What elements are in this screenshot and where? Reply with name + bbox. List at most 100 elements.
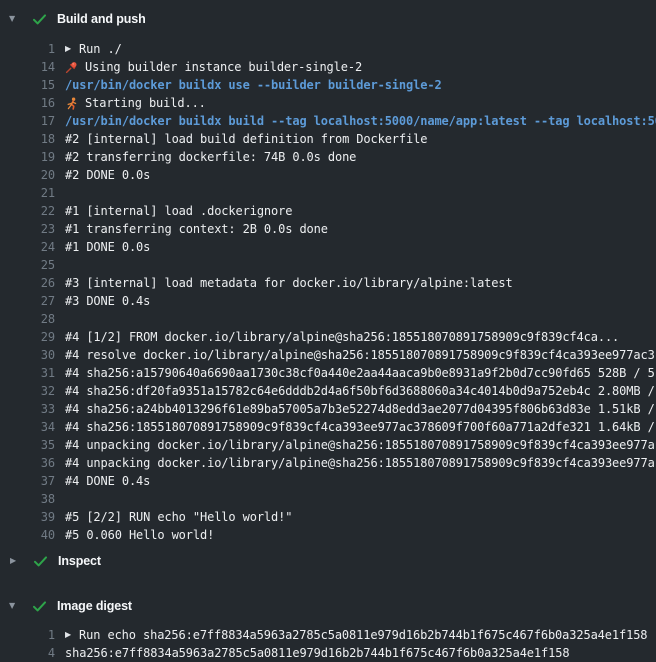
log-line: 16 Starting build... (0, 94, 656, 112)
log-line-text: Run echo sha256:e7ff8834a5963a2785c5a081… (79, 626, 647, 644)
log-line-text: #4 unpacking docker.io/library/alpine@sh… (65, 436, 655, 454)
line-number[interactable]: 14 (0, 58, 55, 76)
log-text: #4 resolve docker.io/library/alpine@sha2… (55, 346, 655, 364)
log-sections-root: ▼ Build and push 1 ▶Run ./ 14 Using buil… (0, 10, 656, 662)
log-line-text: #2 transferring dockerfile: 74B 0.0s don… (65, 148, 356, 166)
log-text: #5 0.060 Hello world! (55, 526, 214, 544)
log-line-text: #5 0.060 Hello world! (65, 526, 214, 544)
line-number[interactable]: 23 (0, 220, 55, 238)
log-line: 39 #5 [2/2] RUN echo "Hello world!" (0, 508, 656, 526)
line-number[interactable]: 15 (0, 76, 55, 94)
section-title: Image digest (57, 599, 132, 613)
log-text: #1 transferring context: 2B 0.0s done (55, 220, 328, 238)
line-number[interactable]: 22 (0, 202, 55, 220)
line-number[interactable]: 32 (0, 382, 55, 400)
line-number[interactable]: 37 (0, 472, 55, 490)
log-line-text: #1 transferring context: 2B 0.0s done (65, 220, 328, 238)
run-expander-icon[interactable]: ▶ (65, 626, 71, 644)
section-header[interactable]: ▼ Build and push (0, 10, 656, 28)
line-number[interactable]: 33 (0, 400, 55, 418)
line-number[interactable]: 40 (0, 526, 55, 544)
log-text: #4 DONE 0.4s (55, 472, 150, 490)
success-check-icon (33, 14, 57, 25)
log-line-text: #1 [internal] load .dockerignore (65, 202, 292, 220)
line-number[interactable]: 39 (0, 508, 55, 526)
log-line-text: /usr/bin/docker buildx use --builder bui… (65, 76, 442, 94)
log-text: #4 unpacking docker.io/library/alpine@sh… (55, 454, 655, 472)
line-number[interactable]: 17 (0, 112, 55, 130)
log-line: 15 /usr/bin/docker buildx use --builder … (0, 76, 656, 94)
log-line: 17 /usr/bin/docker buildx build --tag lo… (0, 112, 656, 130)
log-text: #4 sha256:185518070891758909c9f839cf4ca3… (55, 418, 655, 436)
log-text: Using builder instance builder-single-2 (55, 58, 362, 76)
log-line: 35 #4 unpacking docker.io/library/alpine… (0, 436, 656, 454)
log-text (55, 256, 65, 274)
log-line: 14 Using builder instance builder-single… (0, 58, 656, 76)
log-line: 32 #4 sha256:df20fa9351a15782c64e6dddb2d… (0, 382, 656, 400)
log-text: #2 [internal] load build definition from… (55, 130, 427, 148)
log-text (55, 184, 65, 202)
log-text: #4 sha256:a15790640a6690aa1730c38cf0a440… (55, 364, 655, 382)
log-line: 36 #4 unpacking docker.io/library/alpine… (0, 454, 656, 472)
log-section-inspect: ▶ Inspect (0, 552, 656, 570)
log-line: 31 #4 sha256:a15790640a6690aa1730c38cf0a… (0, 364, 656, 382)
line-number[interactable]: 25 (0, 256, 55, 274)
log-line-text: /usr/bin/docker buildx build --tag local… (65, 112, 656, 130)
log-text: /usr/bin/docker buildx use --builder bui… (55, 76, 442, 94)
line-number[interactable]: 38 (0, 490, 55, 508)
log-text: #1 DONE 0.0s (55, 238, 150, 256)
log-text: #2 DONE 0.0s (55, 166, 150, 184)
line-number[interactable]: 19 (0, 148, 55, 166)
log-line: 19 #2 transferring dockerfile: 74B 0.0s … (0, 148, 656, 166)
disclosure-triangle-icon[interactable]: ▼ (0, 597, 33, 615)
disclosure-triangle-icon[interactable]: ▼ (0, 10, 33, 28)
log-text (55, 490, 65, 508)
section-gap (0, 570, 656, 597)
log-line-text: #2 DONE 0.0s (65, 166, 150, 184)
run-expander-icon[interactable]: ▶ (65, 40, 71, 58)
line-number[interactable]: 1 (0, 40, 55, 58)
line-number[interactable]: 1 (0, 626, 55, 644)
line-number[interactable]: 20 (0, 166, 55, 184)
log-line: 1 ▶ Run ./ (0, 40, 656, 58)
log-line: 1 ▶ Run echo sha256:e7ff8834a5963a2785c5a… (0, 626, 656, 644)
line-number[interactable]: 21 (0, 184, 55, 202)
line-number[interactable]: 36 (0, 454, 55, 472)
section-header[interactable]: ▶ Inspect (0, 552, 656, 570)
log-line-text: #3 [internal] load metadata for docker.i… (65, 274, 513, 292)
log-line-text: #5 [2/2] RUN echo "Hello world!" (65, 508, 292, 526)
log-text: ▶ Run ./ (55, 40, 122, 58)
line-number[interactable]: 35 (0, 436, 55, 454)
line-number[interactable]: 18 (0, 130, 55, 148)
line-number[interactable]: 29 (0, 328, 55, 346)
line-number[interactable]: 27 (0, 292, 55, 310)
log-text: #5 [2/2] RUN echo "Hello world!" (55, 508, 292, 526)
section-header[interactable]: ▼ Image digest (0, 597, 656, 615)
log-line-text: Using builder instance builder-single-2 (85, 58, 362, 76)
log-line: 20 #2 DONE 0.0s (0, 166, 656, 184)
log-section-image-digest: ▼ Image digest 1 ▶ Run echo sha256:e7ff88… (0, 597, 656, 662)
line-number[interactable]: 4 (0, 644, 55, 662)
log-line: 24 #1 DONE 0.0s (0, 238, 656, 256)
log-text: Starting build... (55, 94, 206, 112)
log-line: 4 sha256:e7ff8834a5963a2785c5a0811e979d1… (0, 644, 656, 662)
log-line-text: #4 sha256:185518070891758909c9f839cf4ca3… (65, 418, 655, 436)
pushpin-icon (65, 61, 78, 74)
log-line: 21 (0, 184, 656, 202)
log-line-text: Run ./ (79, 40, 122, 58)
line-number[interactable]: 26 (0, 274, 55, 292)
line-number[interactable]: 28 (0, 310, 55, 328)
line-number[interactable]: 34 (0, 418, 55, 436)
log-text: #4 sha256:a24bb4013296f61e89ba57005a7b3e… (55, 400, 655, 418)
log-text: #3 DONE 0.4s (55, 292, 150, 310)
line-number[interactable]: 24 (0, 238, 55, 256)
line-number[interactable]: 31 (0, 364, 55, 382)
line-number[interactable]: 16 (0, 94, 55, 112)
log-text: #4 sha256:df20fa9351a15782c64e6dddb2d4a6… (55, 382, 655, 400)
line-number[interactable]: 30 (0, 346, 55, 364)
log-line-text: #4 sha256:a24bb4013296f61e89ba57005a7b3e… (65, 400, 655, 418)
log-line: 38 (0, 490, 656, 508)
disclosure-triangle-icon[interactable]: ▶ (0, 552, 34, 570)
log-text: #1 [internal] load .dockerignore (55, 202, 292, 220)
log-line-text: #3 DONE 0.4s (65, 292, 150, 310)
